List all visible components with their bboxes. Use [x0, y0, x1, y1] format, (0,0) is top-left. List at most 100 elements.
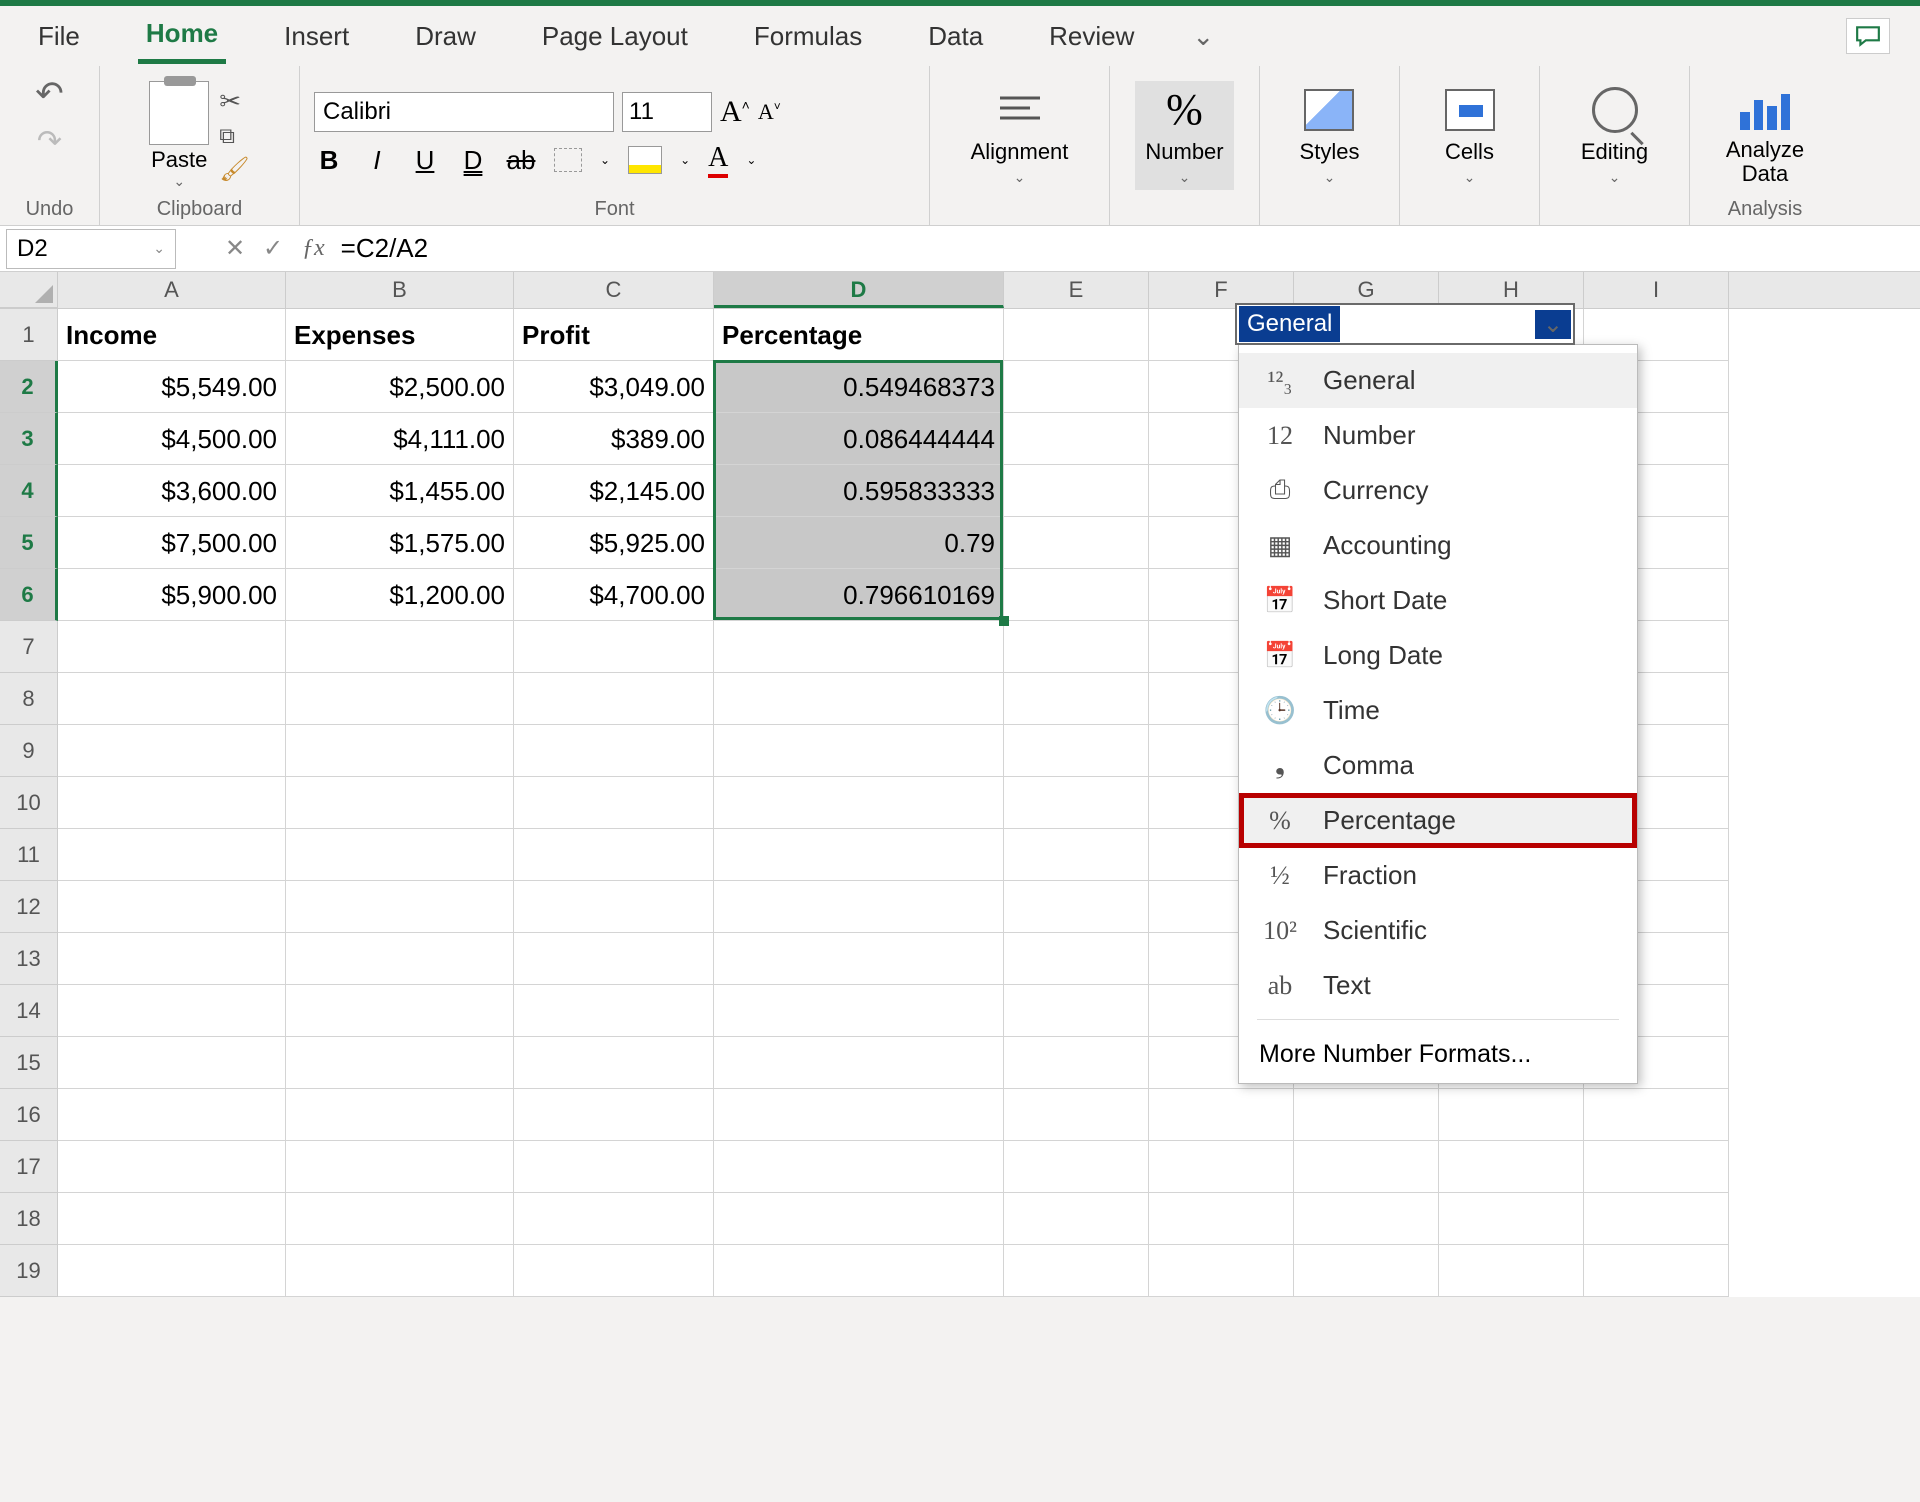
row-header-4[interactable]: 4	[0, 465, 58, 517]
row-header-6[interactable]: 6	[0, 569, 58, 621]
cell-A14[interactable]	[58, 985, 286, 1037]
cell-A1[interactable]: Income	[58, 309, 286, 361]
cells-button[interactable]: Cells ⌄	[1432, 81, 1508, 190]
column-header-D[interactable]: D	[714, 272, 1004, 308]
format-option-fraction[interactable]: ½Fraction	[1239, 848, 1637, 903]
cell-E8[interactable]	[1004, 673, 1149, 725]
analyze-data-button[interactable]: Analyze Data	[1704, 80, 1826, 190]
selection-handle[interactable]	[999, 616, 1009, 626]
tab-home[interactable]: Home	[138, 8, 226, 64]
cell-C4[interactable]: $2,145.00	[514, 465, 714, 517]
row-header-1[interactable]: 1	[0, 309, 58, 361]
row-header-3[interactable]: 3	[0, 413, 58, 465]
cell-A10[interactable]	[58, 777, 286, 829]
cell-A16[interactable]	[58, 1089, 286, 1141]
bold-button[interactable]: B	[314, 145, 344, 176]
cell-A7[interactable]	[58, 621, 286, 673]
cell-A3[interactable]: $4,500.00	[58, 413, 286, 465]
cell-B16[interactable]	[286, 1089, 514, 1141]
cell-D14[interactable]	[714, 985, 1004, 1037]
cell-B15[interactable]	[286, 1037, 514, 1089]
select-all-corner[interactable]	[0, 272, 58, 308]
cell-D1[interactable]: Percentage	[714, 309, 1004, 361]
cell-B4[interactable]: $1,455.00	[286, 465, 514, 517]
cell-E13[interactable]	[1004, 933, 1149, 985]
format-option-percentage[interactable]: %Percentage	[1239, 793, 1637, 848]
format-option-short-date[interactable]: 📅Short Date	[1239, 573, 1637, 628]
cell-B19[interactable]	[286, 1245, 514, 1297]
styles-button[interactable]: Styles ⌄	[1290, 81, 1370, 190]
format-option-text[interactable]: abText	[1239, 958, 1637, 1013]
cell-D2[interactable]: 0.549468373	[714, 361, 1004, 413]
format-option-number[interactable]: 12Number	[1239, 408, 1637, 463]
cell-C9[interactable]	[514, 725, 714, 777]
fill-color-button[interactable]	[628, 146, 662, 174]
cell-C3[interactable]: $389.00	[514, 413, 714, 465]
decrease-font-icon[interactable]: A˅	[758, 99, 781, 125]
cell-D6[interactable]: 0.796610169	[714, 569, 1004, 621]
cell-D11[interactable]	[714, 829, 1004, 881]
number-format-button[interactable]: % Number ⌄	[1135, 81, 1233, 190]
cell-A17[interactable]	[58, 1141, 286, 1193]
cell-B7[interactable]	[286, 621, 514, 673]
format-option-general[interactable]: ¹²₃General	[1239, 353, 1637, 408]
copy-button[interactable]: ⧉	[219, 123, 249, 149]
cell-E18[interactable]	[1004, 1193, 1149, 1245]
column-header-I[interactable]: I	[1584, 272, 1729, 308]
cell-B17[interactable]	[286, 1141, 514, 1193]
column-header-E[interactable]: E	[1004, 272, 1149, 308]
format-option-currency[interactable]: ⎙Currency	[1239, 463, 1637, 518]
double-underline-button[interactable]: D	[458, 145, 488, 176]
cell-D5[interactable]: 0.79	[714, 517, 1004, 569]
cell-C19[interactable]	[514, 1245, 714, 1297]
format-option-time[interactable]: 🕒Time	[1239, 683, 1637, 738]
cell-C14[interactable]	[514, 985, 714, 1037]
cell-B9[interactable]	[286, 725, 514, 777]
cell-B18[interactable]	[286, 1193, 514, 1245]
cell-E7[interactable]	[1004, 621, 1149, 673]
row-header-5[interactable]: 5	[0, 517, 58, 569]
row-header-18[interactable]: 18	[0, 1193, 58, 1245]
cell-B10[interactable]	[286, 777, 514, 829]
cell-D15[interactable]	[714, 1037, 1004, 1089]
row-header-15[interactable]: 15	[0, 1037, 58, 1089]
cell-A8[interactable]	[58, 673, 286, 725]
cell-B1[interactable]: Expenses	[286, 309, 514, 361]
row-header-14[interactable]: 14	[0, 985, 58, 1037]
cut-button[interactable]: ✂	[219, 86, 249, 117]
tab-review[interactable]: Review	[1041, 11, 1142, 62]
cell-I18[interactable]	[1584, 1193, 1729, 1245]
cell-B13[interactable]	[286, 933, 514, 985]
accept-formula-button[interactable]: ✓	[254, 229, 292, 269]
cell-C11[interactable]	[514, 829, 714, 881]
cell-F17[interactable]	[1149, 1141, 1294, 1193]
cell-C2[interactable]: $3,049.00	[514, 361, 714, 413]
cell-E16[interactable]	[1004, 1089, 1149, 1141]
font-color-button[interactable]: A	[708, 142, 728, 178]
cell-G19[interactable]	[1294, 1245, 1439, 1297]
underline-button[interactable]: U	[410, 145, 440, 176]
cell-D18[interactable]	[714, 1193, 1004, 1245]
font-size-select[interactable]	[622, 92, 712, 132]
editing-button[interactable]: Editing ⌄	[1571, 81, 1658, 190]
row-header-16[interactable]: 16	[0, 1089, 58, 1141]
column-header-C[interactable]: C	[514, 272, 714, 308]
border-button[interactable]	[554, 148, 582, 172]
cell-C15[interactable]	[514, 1037, 714, 1089]
cell-G16[interactable]	[1294, 1089, 1439, 1141]
row-header-19[interactable]: 19	[0, 1245, 58, 1297]
format-painter-button[interactable]: 🖌	[219, 155, 249, 184]
cell-B14[interactable]	[286, 985, 514, 1037]
column-header-B[interactable]: B	[286, 272, 514, 308]
paste-button[interactable]: Paste ⌄	[149, 81, 209, 190]
cell-E9[interactable]	[1004, 725, 1149, 777]
cell-H18[interactable]	[1439, 1193, 1584, 1245]
cell-E12[interactable]	[1004, 881, 1149, 933]
format-option-scientific[interactable]: 10²Scientific	[1239, 903, 1637, 958]
cell-H16[interactable]	[1439, 1089, 1584, 1141]
cell-A2[interactable]: $5,549.00	[58, 361, 286, 413]
name-box[interactable]: D2 ⌄	[6, 229, 176, 269]
cell-E6[interactable]	[1004, 569, 1149, 621]
cell-D3[interactable]: 0.086444444	[714, 413, 1004, 465]
row-header-7[interactable]: 7	[0, 621, 58, 673]
